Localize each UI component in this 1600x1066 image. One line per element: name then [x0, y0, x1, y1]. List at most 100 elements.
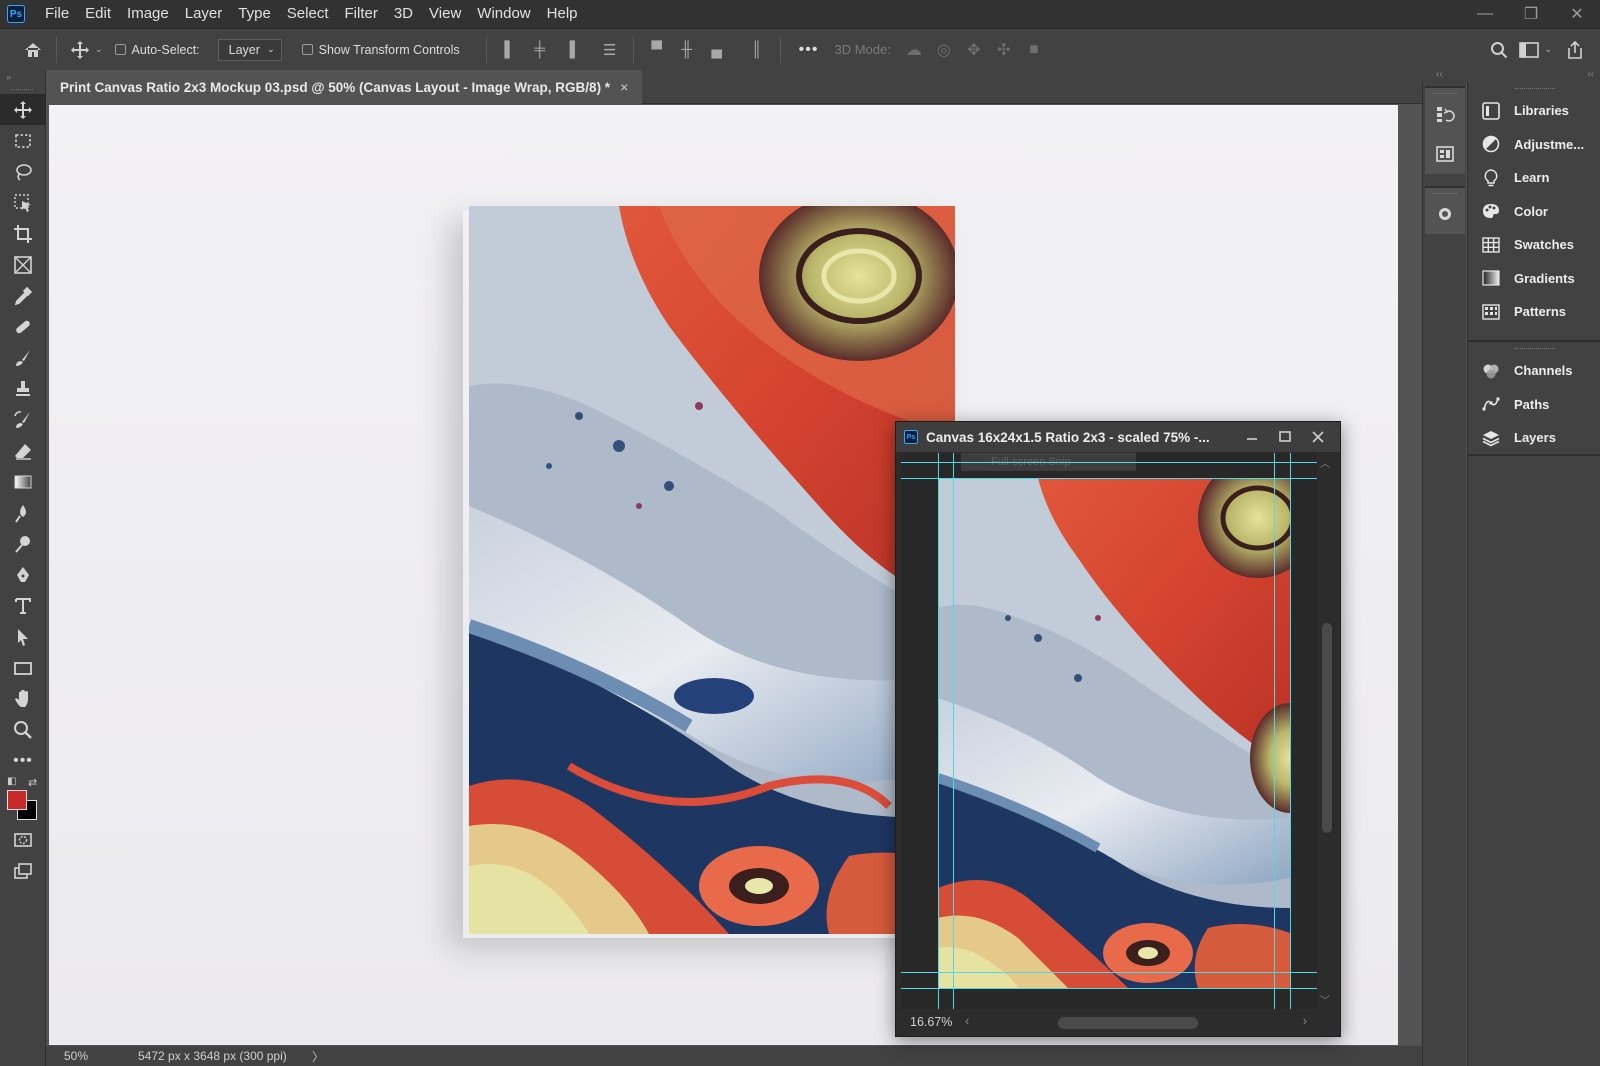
panel-adjustments[interactable]: Adjustme... — [1468, 128, 1600, 162]
panel-group-grip[interactable] — [1468, 344, 1600, 354]
chevron-down-icon[interactable]: ⌄ — [95, 44, 103, 55]
close-tab-icon[interactable]: × — [620, 79, 628, 95]
collapse-dock-icon[interactable]: ‹‹ — [1436, 69, 1443, 80]
crop-tool-icon[interactable] — [0, 218, 46, 249]
clone-stamp-tool-icon[interactable] — [0, 373, 46, 404]
scroll-left-icon[interactable]: ‹ — [965, 1014, 969, 1028]
align-top-icon[interactable]: ▀ — [642, 41, 672, 58]
guide-vertical[interactable] — [1274, 453, 1275, 1009]
menu-view[interactable]: View — [421, 0, 469, 28]
auto-select-checkbox[interactable] — [114, 44, 126, 55]
lasso-tool-icon[interactable] — [0, 156, 46, 187]
quick-mask-icon[interactable] — [0, 824, 46, 855]
gradient-tool-icon[interactable] — [0, 466, 46, 497]
history-icon[interactable] — [1425, 94, 1465, 134]
show-transform-checkbox[interactable] — [301, 44, 313, 55]
align-bottom-icon[interactable]: ▄ — [702, 41, 732, 58]
type-tool-icon[interactable] — [0, 590, 46, 621]
foreground-color-swatch[interactable] — [7, 790, 27, 810]
3d-slide-icon[interactable]: ✣ — [989, 40, 1019, 60]
distribute-vertical-icon[interactable]: ☰ — [595, 41, 625, 59]
3d-camera-icon[interactable]: ■ — [1019, 41, 1049, 59]
scroll-up-icon[interactable]: ︿ — [1320, 455, 1330, 470]
dodge-tool-icon[interactable] — [0, 528, 46, 559]
chevron-down-icon[interactable]: ⌄ — [1544, 44, 1552, 55]
panel-paths[interactable]: Paths — [1468, 388, 1600, 422]
scroll-right-icon[interactable]: › — [1303, 1014, 1307, 1028]
panel-learn[interactable]: Learn — [1468, 161, 1600, 195]
floating-window-canvas[interactable]: Full-screen Snip — [901, 453, 1317, 1009]
zoom-level[interactable]: 50% — [46, 1049, 134, 1063]
floating-close-button[interactable] — [1301, 422, 1334, 452]
brush-settings-panel-tab[interactable] — [1425, 186, 1465, 234]
marquee-tool-icon[interactable] — [0, 125, 46, 156]
align-left-icon[interactable]: ▌ — [495, 41, 525, 58]
menu-window[interactable]: Window — [469, 0, 538, 28]
object-selection-tool-icon[interactable] — [0, 187, 46, 218]
brush-settings-icon[interactable] — [1425, 194, 1465, 234]
minimize-button[interactable]: — — [1462, 0, 1508, 28]
menu-filter[interactable]: Filter — [337, 0, 386, 28]
status-menu-arrow-icon[interactable]: 〉 — [312, 1048, 324, 1065]
scrollbar-thumb[interactable] — [1058, 1017, 1198, 1029]
share-icon[interactable] — [1560, 35, 1590, 65]
panel-libraries[interactable]: Libraries — [1468, 94, 1600, 128]
panel-color[interactable]: Color — [1468, 195, 1600, 229]
more-tools-icon[interactable]: ••• — [0, 745, 46, 776]
eraser-tool-icon[interactable] — [0, 435, 46, 466]
default-colors-icon[interactable]: ◧ — [7, 776, 16, 787]
panel-gradients[interactable]: Gradients — [1468, 262, 1600, 296]
3d-roll-icon[interactable]: ◎ — [929, 40, 959, 60]
floating-minimize-button[interactable] — [1235, 422, 1268, 452]
path-selection-tool-icon[interactable] — [0, 621, 46, 652]
restore-button[interactable]: ❐ — [1508, 0, 1554, 28]
guide-vertical[interactable] — [953, 453, 954, 1009]
panel-patterns[interactable]: Patterns — [1468, 295, 1600, 329]
history-panel-tab[interactable] — [1425, 86, 1465, 174]
menu-select[interactable]: Select — [279, 0, 337, 28]
brush-tool-icon[interactable] — [0, 342, 46, 373]
floating-document-window[interactable]: Ps Canvas 16x24x1.5 Ratio 2x3 - scaled 7… — [895, 421, 1341, 1037]
scrollbar-thumb[interactable] — [1322, 623, 1332, 833]
collapse-panels-icon[interactable]: ‹‹ — [1587, 69, 1594, 80]
floating-vertical-scrollbar[interactable]: ︿ ﹀ — [1317, 453, 1335, 1009]
move-tool-preset-icon[interactable] — [65, 35, 95, 65]
guide-vertical[interactable] — [938, 453, 939, 1009]
hand-tool-icon[interactable] — [0, 683, 46, 714]
collapse-toolbar-icon[interactable]: » — [0, 70, 45, 84]
document-tab[interactable]: Print Canvas Ratio 2x3 Mockup 03.psd @ 5… — [46, 70, 643, 104]
eyedropper-tool-icon[interactable] — [0, 280, 46, 311]
panel-swatches[interactable]: Swatches — [1468, 228, 1600, 262]
menu-file[interactable]: File — [37, 0, 77, 28]
screen-mode-icon[interactable] — [0, 855, 46, 886]
menu-help[interactable]: Help — [539, 0, 586, 28]
3d-pan-icon[interactable]: ✥ — [959, 40, 989, 60]
3d-orbit-icon[interactable]: ☁ — [899, 40, 929, 60]
auto-select-target-dropdown[interactable]: Layer ⌄ — [217, 38, 282, 61]
move-tool-icon[interactable] — [0, 94, 46, 125]
align-right-icon[interactable]: ▐ — [555, 41, 585, 58]
pen-tool-icon[interactable] — [0, 559, 46, 590]
distribute-horizontal-icon[interactable]: ║ — [742, 41, 772, 58]
align-center-icon[interactable]: ╪ — [525, 41, 555, 58]
frame-tool-icon[interactable] — [0, 249, 46, 280]
scroll-down-icon[interactable]: ﹀ — [1320, 992, 1330, 1007]
panel-layers[interactable]: Layers — [1468, 421, 1600, 455]
floating-horizontal-scrollbar[interactable]: ‹ › — [961, 1011, 1317, 1033]
close-button[interactable]: ✕ — [1554, 0, 1600, 28]
workspace-icon[interactable] — [1514, 35, 1544, 65]
zoom-tool-icon[interactable] — [0, 714, 46, 745]
home-icon[interactable] — [18, 35, 48, 65]
search-icon[interactable] — [1484, 35, 1514, 65]
floating-maximize-button[interactable] — [1268, 422, 1301, 452]
align-middle-icon[interactable]: ╫ — [672, 41, 702, 58]
floating-zoom-level[interactable]: 16.67% — [901, 1015, 961, 1029]
panel-channels[interactable]: Channels — [1468, 354, 1600, 388]
floating-window-titlebar[interactable]: Ps Canvas 16x24x1.5 Ratio 2x3 - scaled 7… — [896, 422, 1340, 452]
panel-group-grip[interactable] — [1468, 84, 1600, 94]
properties-icon[interactable] — [1425, 134, 1465, 174]
color-swatches[interactable]: ◧ ⇄ — [0, 776, 46, 824]
menu-type[interactable]: Type — [230, 0, 279, 28]
healing-brush-tool-icon[interactable] — [0, 311, 46, 342]
guide-horizontal[interactable] — [901, 988, 1317, 989]
